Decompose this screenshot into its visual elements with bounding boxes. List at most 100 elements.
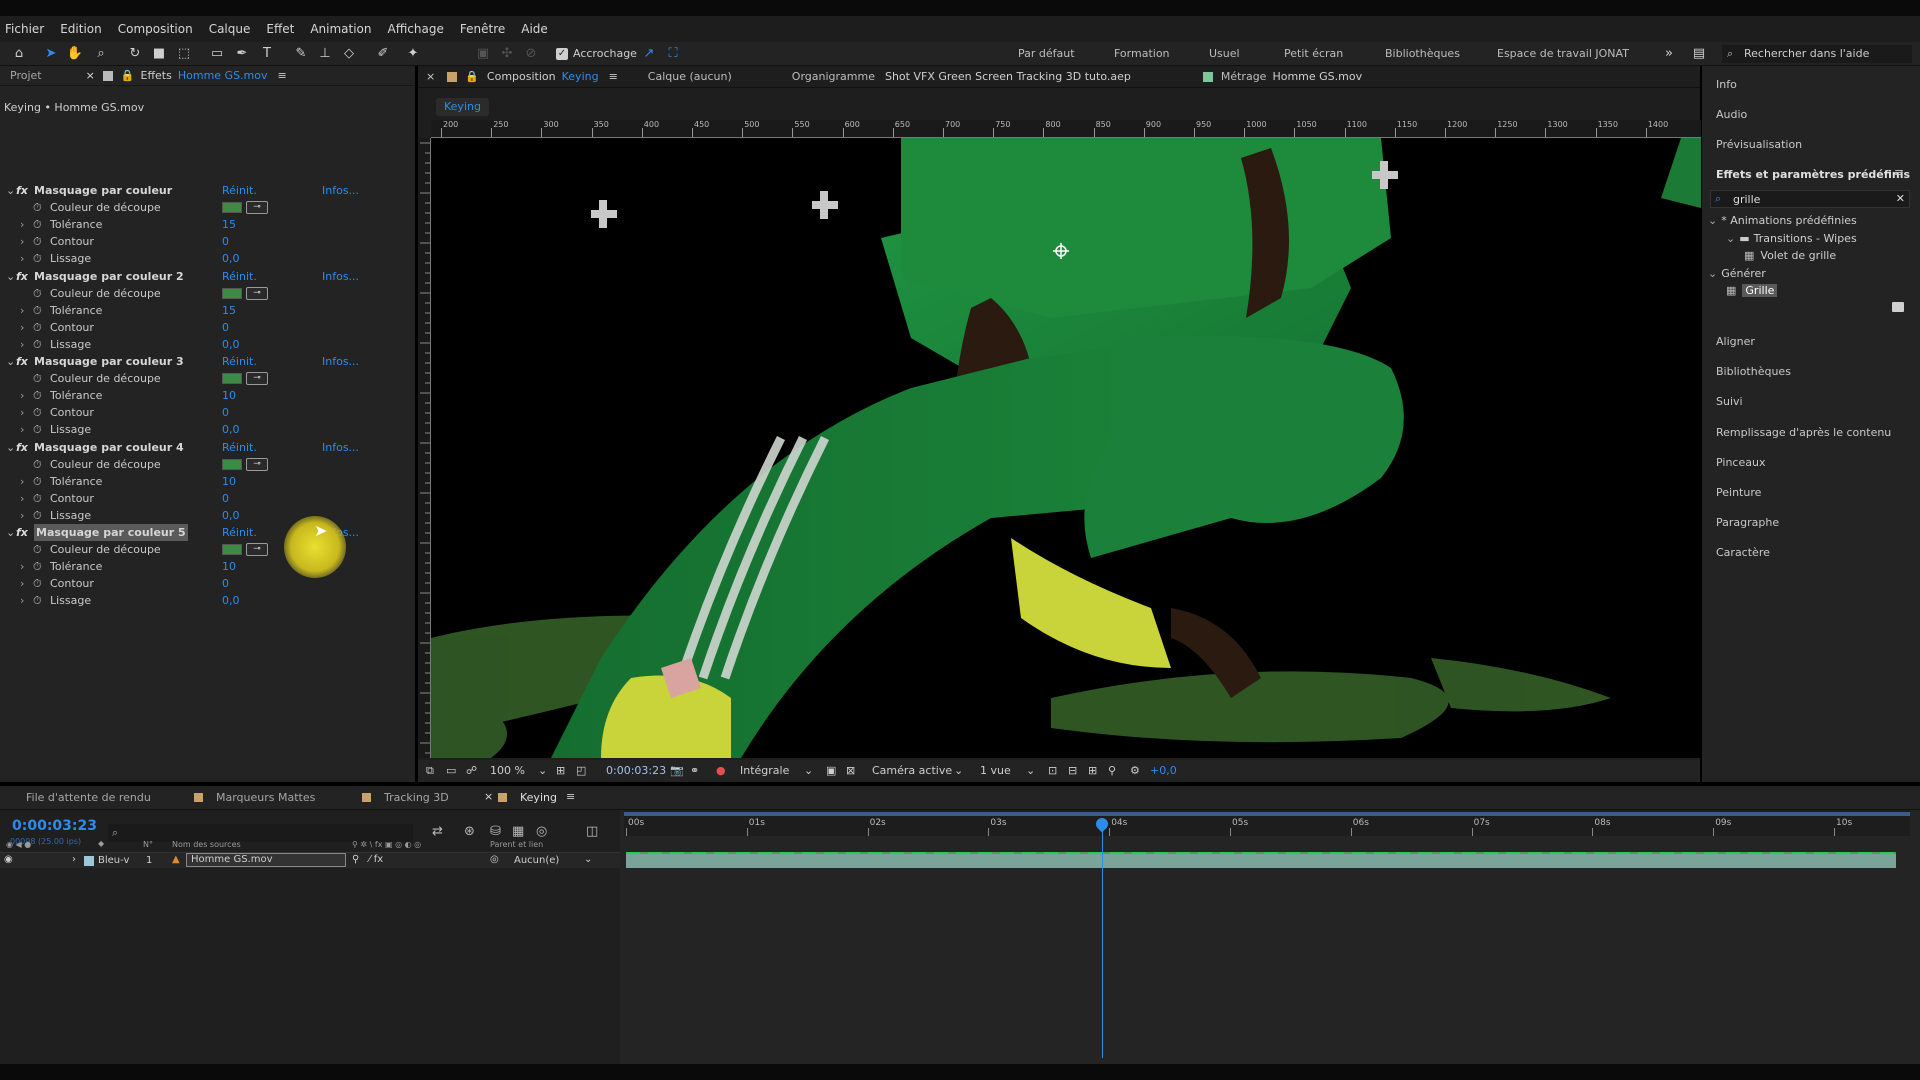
property-value[interactable]: 0 <box>222 575 229 592</box>
infos-link[interactable]: Infos... <box>322 439 359 456</box>
fx-icon[interactable]: fx <box>16 268 28 285</box>
expand-effect-icon[interactable]: ⌄ <box>6 524 15 541</box>
panel-item[interactable]: Bibliothèques <box>1716 365 1791 378</box>
text-tool-icon[interactable]: T <box>258 45 276 63</box>
infos-link[interactable]: Infos... <box>322 353 359 370</box>
reset-link[interactable]: Réinit. <box>222 182 257 199</box>
panel-item[interactable]: Prévisualisation <box>1716 138 1802 151</box>
layer-label-color[interactable] <box>84 856 94 866</box>
workspace-4[interactable]: Bibliothèques <box>1385 47 1460 60</box>
snap-option-icon-2[interactable]: ⛶ <box>664 45 682 63</box>
stopwatch-icon[interactable]: ⏱ <box>33 302 42 319</box>
panel-item[interactable]: Paragraphe <box>1716 516 1779 529</box>
close-icon[interactable]: × <box>86 69 95 82</box>
property-value[interactable]: 10 <box>222 558 236 575</box>
reset-link[interactable]: Réinit. <box>222 439 257 456</box>
expand-effect-icon[interactable]: ⌄ <box>6 353 15 370</box>
composition-canvas[interactable] <box>431 138 1701 758</box>
time-ruler[interactable]: 00s 01s 02s 03s 04s 05s 06s 07s 08s 09s 10s <box>624 810 1910 836</box>
current-time-indicator[interactable] <box>1093 815 1111 1058</box>
property-value[interactable]: 10 <box>222 387 236 404</box>
panel-item[interactable]: Peinture <box>1716 486 1761 499</box>
property-value[interactable]: 0,0 <box>222 421 240 438</box>
expand-property-icon[interactable]: › <box>20 319 24 336</box>
stopwatch-icon[interactable]: ⏱ <box>33 592 42 609</box>
timeline-timecode[interactable]: 0:00:03:23 <box>12 818 97 834</box>
preset-tree-item[interactable]: ▦ Grille <box>1726 284 1778 297</box>
graph-editor-icon[interactable]: ◫ <box>586 824 598 839</box>
reset-link[interactable]: Réinit. <box>222 268 257 285</box>
clear-search-icon[interactable]: ✕ <box>1896 192 1905 205</box>
expand-layer-icon[interactable]: › <box>72 854 76 865</box>
brush-tool-icon[interactable]: ✎ <box>292 45 310 63</box>
stopwatch-icon[interactable]: ⏱ <box>33 404 42 421</box>
folder-chevron-icon[interactable]: ⌄ <box>1726 232 1735 245</box>
viewer-lock-icon[interactable]: 🔒 <box>465 70 479 83</box>
key-color-swatch[interactable] <box>222 544 242 555</box>
timeline-menu-icon[interactable]: ≡ <box>566 790 575 803</box>
fx-icon[interactable]: fx <box>16 439 28 456</box>
workspace-1[interactable]: Formation <box>1114 47 1170 60</box>
mask-visibility-icon[interactable]: ☍ <box>466 764 477 777</box>
property-value[interactable]: 0 <box>222 490 229 507</box>
motion-blur-icon[interactable]: ◎ <box>536 824 547 839</box>
menu-item-7[interactable]: Fenêtre <box>460 22 505 36</box>
expand-property-icon[interactable]: › <box>20 507 24 524</box>
infos-link[interactable]: Infos... <box>322 268 359 285</box>
stopwatch-icon[interactable]: ⏱ <box>33 250 42 267</box>
property-value[interactable]: 0,0 <box>222 250 240 267</box>
shy-layers-icon[interactable]: ⛁ <box>490 824 501 839</box>
stopwatch-icon[interactable]: ⏱ <box>33 387 42 404</box>
fx-icon[interactable]: fx <box>16 524 28 541</box>
menu-item-8[interactable]: Aide <box>521 22 548 36</box>
key-color-swatch[interactable] <box>222 202 242 213</box>
preset-tree-item[interactable]: ⌄ ▬ Transitions - Wipes <box>1726 232 1857 245</box>
panel-item[interactable]: Aligner <box>1716 335 1755 348</box>
panel-item[interactable]: Info <box>1716 78 1737 91</box>
comp-mini-flowchart-icon[interactable]: ⇄ <box>432 824 443 839</box>
panel-item[interactable]: Caractère <box>1716 546 1770 559</box>
resolution-dropdown[interactable]: Intégrale <box>740 764 789 777</box>
menu-item-3[interactable]: Calque <box>209 22 251 36</box>
timeline-icon[interactable]: ⊟ <box>1068 764 1077 777</box>
layer-duration-bar[interactable] <box>626 852 1896 868</box>
snap-checkbox[interactable]: ✓ <box>556 48 568 60</box>
zoom-chevron-icon[interactable]: ⌄ <box>538 764 547 777</box>
fx-icon[interactable]: fx <box>16 182 28 199</box>
camera-tool-icon[interactable]: ■ <box>150 45 168 63</box>
resolution-chevron-icon[interactable]: ⌄ <box>804 764 813 777</box>
effects-target-file[interactable]: Homme GS.mov <box>178 69 268 82</box>
camera-chevron-icon[interactable]: ⌄ <box>954 764 963 777</box>
safe-zones-icon[interactable]: ⊞ <box>556 764 565 777</box>
pen-tool-icon[interactable]: ✒ <box>233 45 251 63</box>
fast-preview-icon[interactable]: ▣ <box>826 764 836 777</box>
help-search-input[interactable]: ⌕ Rechercher dans l'aide <box>1722 45 1912 63</box>
selection-tool-icon[interactable]: ➤ <box>42 45 60 63</box>
lock-icon[interactable]: 🔒 <box>121 69 135 82</box>
eyedropper-icon[interactable]: ⊸ <box>246 201 268 214</box>
stopwatch-icon[interactable]: ⏱ <box>33 558 42 575</box>
parent-pickwhip-icon[interactable]: ◎ <box>490 854 499 865</box>
expand-property-icon[interactable]: › <box>20 575 24 592</box>
parent-dropdown[interactable]: Aucun(e) <box>514 855 559 866</box>
panel-menu-icon[interactable] <box>102 70 113 81</box>
preset-tree-item[interactable]: ▦ Volet de grille <box>1744 249 1836 262</box>
expand-effect-icon[interactable]: ⌄ <box>6 439 15 456</box>
effect-header[interactable]: ⌄ fx Masquage par couleur 3 Réinit. Infos... <box>0 353 395 370</box>
viewer-menu-icon[interactable]: ≡ <box>609 70 618 83</box>
expand-property-icon[interactable]: › <box>20 558 24 575</box>
exposure-value[interactable]: +0,0 <box>1150 764 1177 777</box>
puppet-tool-icon[interactable]: ✦ <box>404 45 422 63</box>
tab-layer[interactable]: Calque (aucun) <box>648 70 732 83</box>
monitor-icon[interactable]: ▭ <box>446 764 456 777</box>
property-value[interactable]: 0,0 <box>222 336 240 353</box>
eraser-tool-icon[interactable]: ◇ <box>340 45 358 63</box>
camera-dropdown[interactable]: Caméra active <box>872 764 952 777</box>
tab-timeline-0[interactable]: File d'attente de rendu <box>26 791 151 804</box>
viewer-close-icon[interactable]: × <box>426 70 435 83</box>
menu-item-2[interactable]: Composition <box>118 22 193 36</box>
layer-row[interactable]: ◉ › Bleu-v 1 ▲ Homme GS.mov ⚲ ⁄ fx ◎ Auc… <box>0 852 620 868</box>
expand-property-icon[interactable]: › <box>20 490 24 507</box>
comp-flowchart-icon[interactable]: ⊞ <box>1088 764 1097 777</box>
eyedropper-icon[interactable]: ⊸ <box>246 457 268 471</box>
